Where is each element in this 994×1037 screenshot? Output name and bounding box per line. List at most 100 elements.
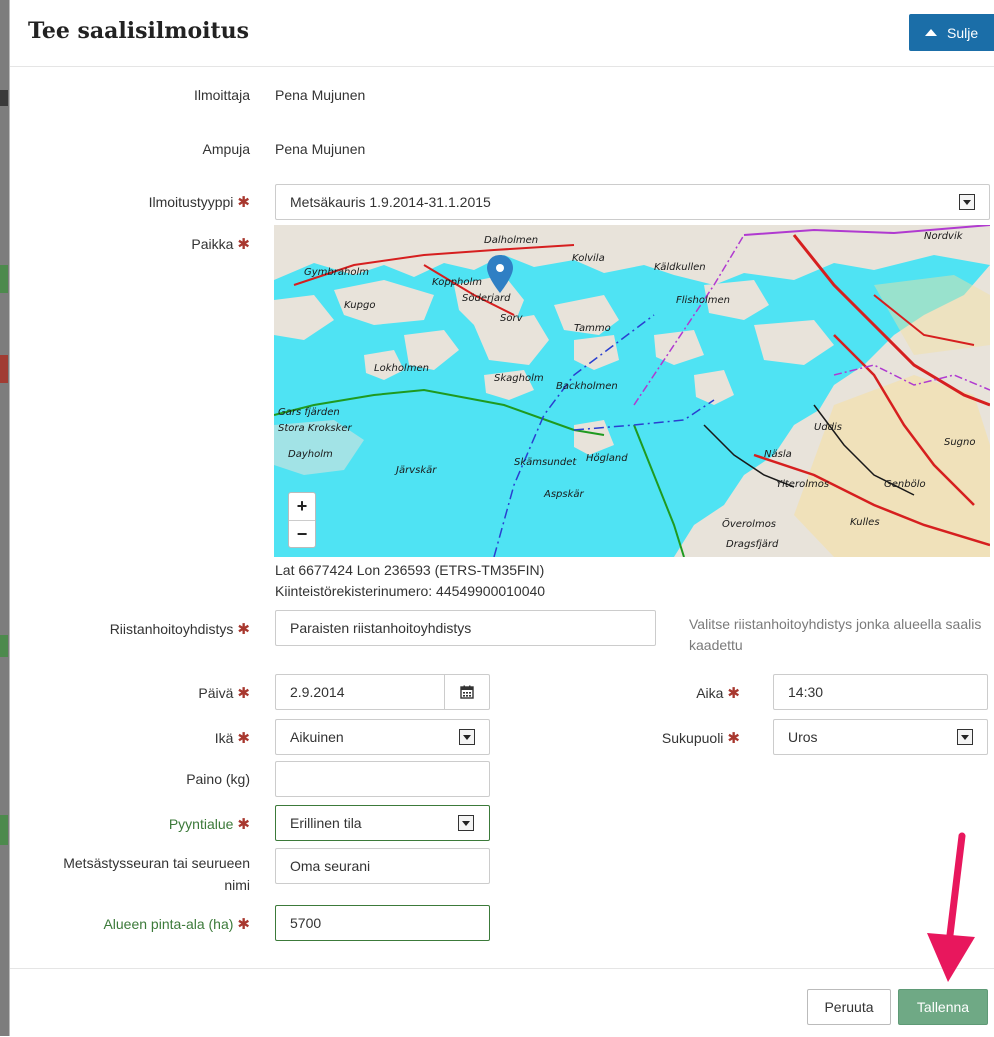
map-label: Dragsfjärd	[726, 539, 779, 550]
hunting-area-select[interactable]: Erillinen tila	[275, 805, 490, 841]
backdrop-element	[0, 815, 8, 845]
date-label-text: Päivä	[198, 685, 234, 701]
asterisk-icon: ✱	[237, 621, 250, 638]
backdrop-element	[0, 355, 8, 383]
place-label: Paikka ✱	[191, 235, 250, 253]
close-button-label: Sulje	[947, 24, 979, 41]
association-value: Paraisten riistanhoitoyhdistys	[290, 620, 472, 636]
place-label-text: Paikka	[191, 236, 234, 252]
map-label: Lokholmen	[374, 363, 429, 374]
hunting-area-label-text: Pyyntialue	[168, 816, 234, 832]
map-label: Högland	[586, 453, 628, 464]
map-label: Sugno	[944, 437, 976, 448]
report-type-selected: Metsäkauris 1.9.2014-31.1.2015	[290, 194, 491, 210]
modal-title: Tee saalisilmoitus	[28, 18, 250, 44]
time-field[interactable]: 14:30	[773, 674, 988, 710]
backdrop-element	[0, 265, 8, 293]
map-zoom-control: + −	[288, 492, 316, 548]
association-help-text: Valitse riistanhoitoyhdistys jonka aluee…	[689, 616, 982, 653]
map-label: Aspskär	[543, 489, 585, 500]
age-label: Ikä ✱	[215, 729, 250, 747]
chevron-down-icon[interactable]	[959, 194, 975, 210]
map-label: Skagholm	[494, 373, 544, 384]
age-selected: Aikuinen	[290, 729, 344, 745]
modal-footer: Peruuta Tallenna	[10, 968, 994, 1037]
location-map[interactable]: Dalholmen Kolvila Käldkullen Nordvik Gym…	[274, 225, 990, 557]
asterisk-icon: ✱	[727, 685, 740, 702]
map-label: Kolvila	[572, 253, 605, 264]
association-label: Riistanhoitoyhdistys ✱	[110, 620, 250, 638]
hunting-area-selected: Erillinen tila	[290, 815, 362, 831]
area-size-label: Alueen pinta-ala (ha) ✱	[103, 915, 250, 933]
chevron-down-icon[interactable]	[459, 729, 475, 745]
map-label: Gymbraholm	[304, 267, 369, 278]
reporter-label: Ilmoittaja	[193, 87, 250, 103]
map-label: Stora Kroksker	[278, 423, 353, 434]
backdrop-element	[0, 635, 8, 657]
catch-report-modal: Tee saalisilmoitus Sulje Ilmoittaja Pena…	[9, 0, 994, 1036]
map-label: Dalholmen	[484, 235, 538, 246]
gender-selected: Uros	[788, 729, 818, 745]
zoom-out-button[interactable]: −	[289, 520, 315, 547]
area-size-value: 5700	[290, 915, 322, 931]
coordinates-text: Lat 6677424 Lon 236593 (ETRS-TM35FIN)	[275, 562, 545, 578]
map-label: Tammo	[574, 323, 611, 334]
shooter-label: Ampuja	[202, 141, 250, 157]
time-label: Aika ✱	[696, 684, 740, 702]
age-label-text: Ikä	[214, 730, 234, 746]
map-label: Uddis	[814, 422, 842, 433]
map-label: Överolmos	[722, 517, 776, 530]
asterisk-icon: ✱	[237, 685, 250, 702]
cancel-button[interactable]: Peruuta	[807, 989, 891, 1025]
asterisk-icon: ✱	[237, 916, 250, 933]
reporter-value: Pena Mujunen	[275, 87, 366, 103]
date-value: 2.9.2014	[290, 684, 345, 700]
map-label: Näsla	[764, 449, 792, 460]
map-label: Genbölo	[884, 479, 926, 490]
property-id-text: Kiinteistörekisterinumero: 4454990001004…	[275, 583, 546, 599]
club-name-field[interactable]: Oma seurani	[275, 848, 490, 884]
modal-header: Tee saalisilmoitus Sulje	[10, 0, 994, 67]
map-label: Käldkullen	[654, 262, 706, 273]
asterisk-icon: ✱	[237, 194, 250, 211]
association-label-text: Riistanhoitoyhdistys	[109, 621, 234, 637]
close-button[interactable]: Sulje	[909, 14, 994, 51]
area-size-field[interactable]: 5700	[275, 905, 490, 941]
zoom-in-button[interactable]: +	[289, 493, 315, 520]
map-label: Koppholm	[432, 277, 482, 288]
map-label: Flisholmen	[676, 295, 730, 306]
hunting-area-label: Pyyntialue ✱	[169, 815, 250, 833]
report-type-label-text: Ilmoitustyyppi	[148, 194, 234, 210]
map-label: Backholmen	[556, 381, 618, 392]
asterisk-icon: ✱	[727, 730, 740, 747]
asterisk-icon: ✱	[237, 730, 250, 747]
association-field[interactable]: Paraisten riistanhoitoyhdistys	[275, 610, 656, 646]
age-select[interactable]: Aikuinen	[275, 719, 490, 755]
report-type-label: Ilmoitustyyppi ✱	[149, 193, 250, 211]
gender-label: Sukupuoli ✱	[662, 729, 740, 747]
gender-select[interactable]: Uros	[773, 719, 988, 755]
map-label: Nordvik	[924, 231, 964, 242]
weight-input[interactable]	[275, 761, 490, 797]
map-label: Kupgo	[344, 300, 375, 311]
chevron-down-icon[interactable]	[458, 815, 474, 831]
map-canvas[interactable]: Dalholmen Kolvila Käldkullen Nordvik Gym…	[274, 225, 990, 557]
shooter-value: Pena Mujunen	[275, 141, 366, 157]
map-label: Skämsundet	[514, 457, 577, 468]
chevron-down-icon[interactable]	[957, 729, 973, 745]
time-label-text: Aika	[696, 685, 724, 701]
report-type-select[interactable]: Metsäkauris 1.9.2014-31.1.2015	[275, 184, 990, 220]
asterisk-icon: ✱	[237, 816, 250, 833]
date-field[interactable]: 2.9.2014	[275, 674, 490, 710]
map-label: Sorv	[500, 313, 524, 324]
backdrop-element	[0, 90, 8, 106]
map-label: Gars fjärden	[278, 407, 340, 418]
save-button[interactable]: Tallenna	[898, 989, 988, 1025]
map-label: Ylterolmos	[776, 479, 829, 490]
map-label: Dayholm	[288, 449, 333, 460]
map-label: Järvskär	[394, 465, 437, 476]
club-name-value: Oma seurani	[290, 858, 371, 874]
map-label: Söderjard	[462, 293, 511, 304]
area-size-label-text: Alueen pinta-ala (ha)	[103, 916, 234, 932]
calendar-icon[interactable]	[444, 675, 489, 709]
